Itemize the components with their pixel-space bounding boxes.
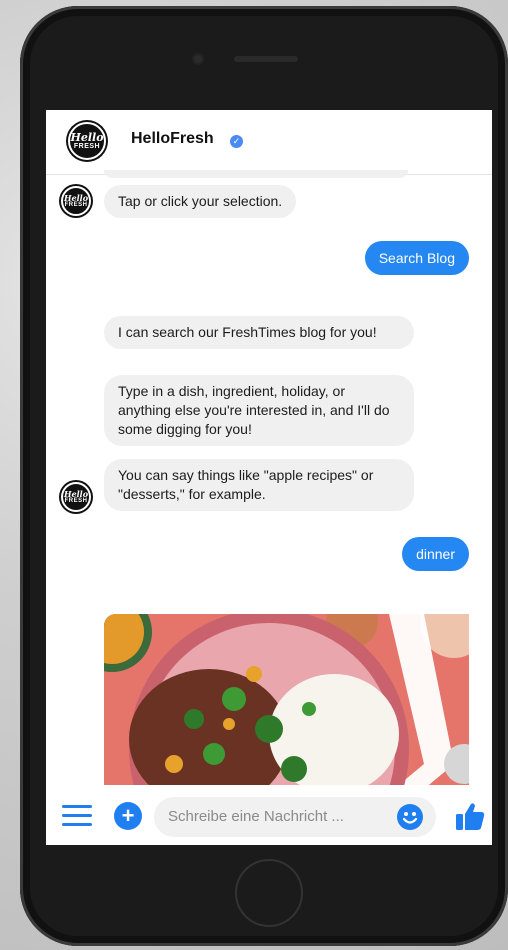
plus-icon[interactable]: + [114,802,142,830]
bot-avatar[interactable]: Hello FRESH [61,186,91,216]
logo-text-hello: Hello [70,131,104,144]
message-input[interactable] [154,797,436,837]
verified-badge-icon: ✓ [230,135,243,148]
page-title[interactable]: HelloFresh [131,130,214,148]
recipe-card-image[interactable] [104,614,469,789]
bot-message-example: You can say things like "apple recipes" … [104,459,414,511]
chat-header: Hello FRESH HelloFresh ✓ [46,110,492,175]
bot-message-prompt: Tap or click your selection. [104,185,297,218]
user-message-query: dinner [402,537,469,571]
logo-text-fresh: FRESH [73,143,101,150]
menu-icon-line [62,823,92,826]
menu-icon[interactable] [62,805,92,827]
user-choice-search-blog: Search Blog [364,241,469,275]
message-composer: + [46,785,492,845]
bot-avatar[interactable]: Hello FRESH [61,482,91,512]
earpiece-speaker [234,56,298,62]
chili-bowl-photo [104,614,469,789]
previous-message-fragment [104,170,408,178]
menu-icon-line [62,805,92,808]
logo-text-fresh: FRESH [64,202,88,208]
hellofresh-logo-avatar[interactable]: Hello FRESH [68,122,106,160]
logo-text-hello: Hello [63,489,89,499]
front-camera [192,53,204,65]
emoji-icon[interactable] [396,803,424,831]
logo-text-hello: Hello [63,193,89,203]
menu-icon-line [62,814,92,817]
messenger-screen: Hello FRESH HelloFresh ✓ Hello FRESH Tap… [46,110,492,845]
thumbs-up-icon[interactable] [454,800,486,832]
home-button[interactable] [235,859,303,927]
bot-message-instruction: Type in a dish, ingredient, holiday, or … [104,375,414,446]
logo-text-fresh: FRESH [64,498,88,504]
bot-message-intro: I can search our FreshTimes blog for you… [104,316,414,349]
